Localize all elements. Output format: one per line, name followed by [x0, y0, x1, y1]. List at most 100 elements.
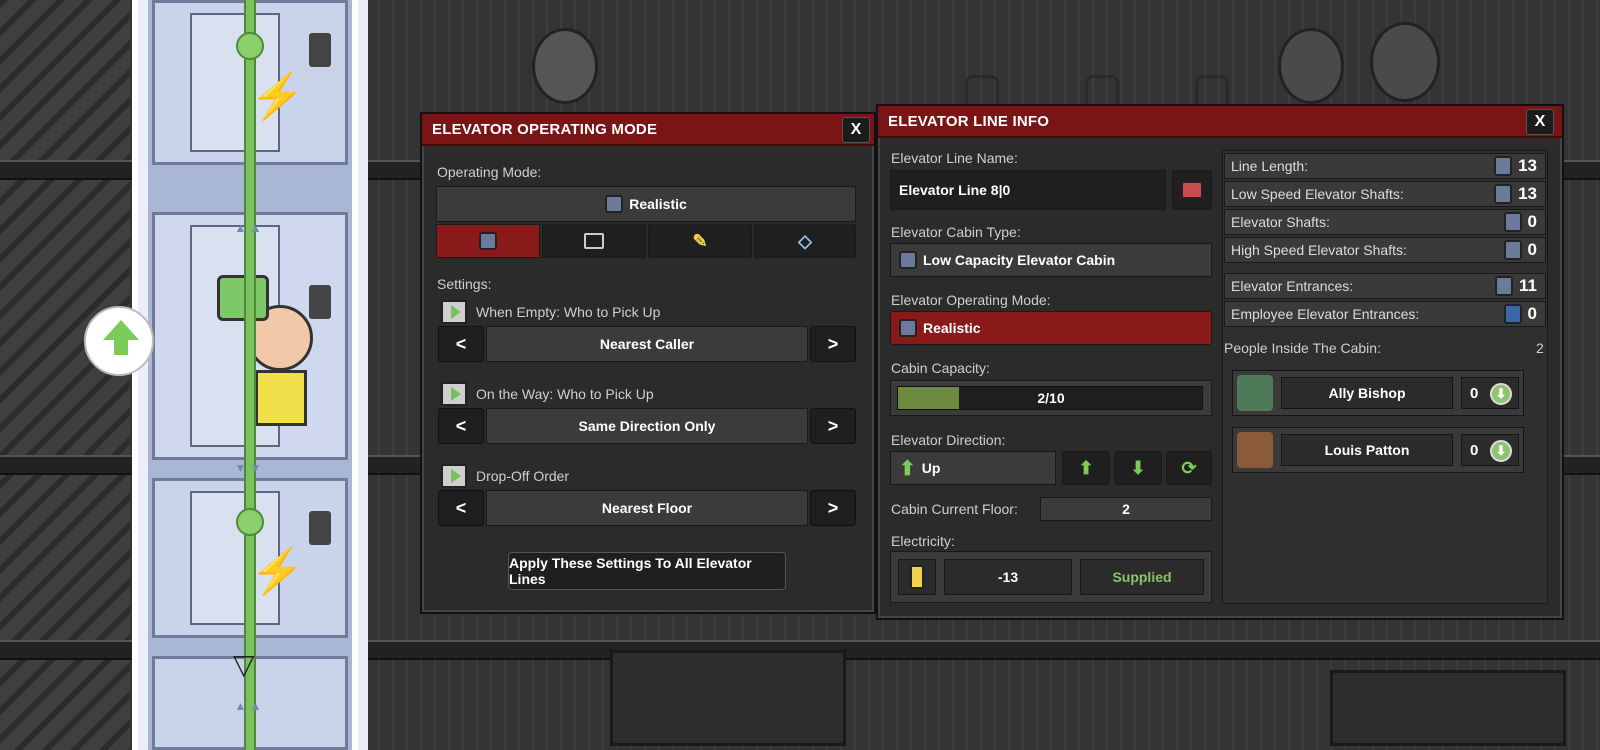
- previous-option-button[interactable]: <: [438, 326, 484, 362]
- operating-mode-button[interactable]: Realistic: [890, 311, 1212, 345]
- people-count: 2: [1536, 340, 1544, 356]
- mode-button-diamond[interactable]: ◇: [754, 224, 856, 258]
- stat-row-elevator-entrances: Elevator Entrances: 11: [1224, 273, 1546, 299]
- cabin-type-label: Elevator Cabin Type:: [891, 224, 1021, 240]
- electricity-bolt-icon: ⚡: [249, 546, 306, 597]
- person-count: 0 ⬇: [1461, 377, 1519, 409]
- operating-mode-label: Elevator Operating Mode:: [891, 292, 1051, 308]
- realistic-mode-icon: [899, 319, 917, 337]
- cable-node: [236, 508, 264, 536]
- line-info-title: ELEVATOR LINE INFO: [878, 106, 1562, 138]
- mode-button-cleaning[interactable]: ✎: [648, 224, 752, 258]
- down-arrow-icon: ⬇: [1130, 457, 1146, 478]
- low-speed-shaft-icon: [1494, 184, 1513, 204]
- current-mode-display: Realistic: [436, 186, 856, 222]
- operating-mode-text: Realistic: [923, 320, 981, 336]
- direction-text: Up: [921, 460, 941, 476]
- diamond-mode-icon: ◇: [798, 230, 812, 251]
- stop-triangle-icon: ▽: [233, 649, 255, 680]
- setting-label: On the Way: Who to Pick Up: [476, 386, 654, 402]
- next-option-button[interactable]: >: [810, 490, 856, 526]
- up-chevron-icon: ▲ ▲: [234, 221, 262, 235]
- fireplace: [610, 650, 846, 746]
- cable-node: [236, 32, 264, 60]
- person-count: 0 ⬇: [1461, 434, 1519, 466]
- close-button[interactable]: X: [1526, 109, 1554, 135]
- stat-value: 0: [1503, 240, 1537, 260]
- person-count-number: 0: [1470, 384, 1479, 402]
- stat-label: High Speed Elevator Shafts:: [1231, 242, 1407, 258]
- capacity-fill: [898, 387, 959, 409]
- up-chevron-icon: ▲ ▲: [234, 699, 262, 713]
- operating-mode-label: Operating Mode:: [437, 164, 542, 180]
- cabin-type-text: Low Capacity Elevator Cabin: [923, 252, 1116, 268]
- stat-number: 0: [1527, 240, 1537, 259]
- camera-button[interactable]: [1172, 170, 1212, 210]
- stat-number: 0: [1527, 212, 1537, 231]
- realistic-mode-icon: [605, 195, 624, 213]
- background-character: [1370, 22, 1440, 102]
- shaft-icon: [1494, 156, 1513, 176]
- cabin-capacity-bar: 2/10: [890, 380, 1212, 416]
- down-arrow-icon: ⬇: [1490, 440, 1512, 462]
- next-option-button[interactable]: >: [810, 408, 856, 444]
- server-mode-icon: [584, 233, 604, 249]
- previous-option-button[interactable]: <: [438, 490, 484, 526]
- current-floor-label: Cabin Current Floor:: [891, 501, 1018, 517]
- elevator-shaft-icon: [1503, 212, 1522, 232]
- apply-to-all-button[interactable]: Apply These Settings To All Elevator Lin…: [508, 552, 786, 590]
- battery-icon: [910, 565, 924, 589]
- direction-auto-button[interactable]: ⟳: [1166, 451, 1212, 485]
- mode-button-server[interactable]: [542, 224, 646, 258]
- stat-number: 13: [1518, 156, 1537, 175]
- previous-option-button[interactable]: <: [438, 408, 484, 444]
- person-count-number: 0: [1470, 441, 1479, 459]
- mode-button-realistic[interactable]: [436, 224, 540, 258]
- person-name: Ally Bishop: [1281, 377, 1453, 409]
- electricity-status: Supplied: [1080, 559, 1204, 595]
- line-name-label: Elevator Line Name:: [891, 150, 1018, 166]
- high-speed-shaft-icon: [1503, 240, 1522, 260]
- next-option-button[interactable]: >: [810, 326, 856, 362]
- camera-icon: [1181, 181, 1203, 199]
- direction-up-button[interactable]: ⬆: [1062, 451, 1110, 485]
- cleaning-mode-icon: ✎: [692, 230, 708, 251]
- direction-down-button[interactable]: ⬇: [1114, 451, 1162, 485]
- settings-label: Settings:: [437, 276, 492, 292]
- employee-entrance-icon: [1503, 304, 1522, 324]
- setting-value: Same Direction Only: [486, 408, 808, 444]
- operating-mode-title: ELEVATOR OPERATING MODE: [422, 114, 874, 146]
- person-row[interactable]: Ally Bishop 0 ⬇: [1232, 370, 1524, 416]
- line-name-input[interactable]: Elevator Line 8|0: [890, 170, 1166, 210]
- people-label: People Inside The Cabin:: [1224, 340, 1381, 356]
- elevator-up-button[interactable]: [84, 306, 154, 376]
- passenger-shirt: [255, 370, 307, 426]
- up-arrow-icon: ⬆: [1078, 457, 1094, 478]
- call-panel: [309, 511, 331, 545]
- avatar: [1237, 432, 1273, 468]
- stat-label: Employee Elevator Entrances:: [1231, 306, 1420, 322]
- current-mode-text: Realistic: [629, 196, 687, 212]
- close-button[interactable]: X: [842, 117, 870, 143]
- person-row[interactable]: Louis Patton 0 ⬇: [1232, 427, 1524, 473]
- call-panel: [309, 285, 331, 319]
- stat-label: Line Length:: [1231, 158, 1309, 174]
- down-arrow-icon: ⬇: [1490, 383, 1512, 405]
- shaft-rail: [352, 0, 358, 750]
- pickup-setting-icon: [441, 382, 467, 406]
- stat-label: Low Speed Elevator Shafts:: [1231, 186, 1404, 202]
- sideboard: [1330, 670, 1566, 746]
- background-character: [532, 28, 598, 104]
- battery-display: [898, 559, 936, 595]
- avatar: [1237, 375, 1273, 411]
- pickup-setting-icon: [441, 300, 467, 324]
- cabin-capacity-label: Cabin Capacity:: [891, 360, 990, 376]
- stat-value: 0: [1503, 212, 1537, 232]
- dropoff-setting-icon: [441, 464, 467, 488]
- stat-row-high-speed-shafts: High Speed Elevator Shafts: 0: [1224, 237, 1546, 263]
- up-arrow-icon: ⬆: [899, 457, 916, 480]
- setting-label: When Empty: Who to Pick Up: [476, 304, 661, 320]
- down-chevron-icon: ▼ ▼: [234, 461, 262, 475]
- cabin-type-display: Low Capacity Elevator Cabin: [890, 243, 1212, 277]
- stat-row-employee-entrances: Employee Elevator Entrances: 0: [1224, 301, 1546, 327]
